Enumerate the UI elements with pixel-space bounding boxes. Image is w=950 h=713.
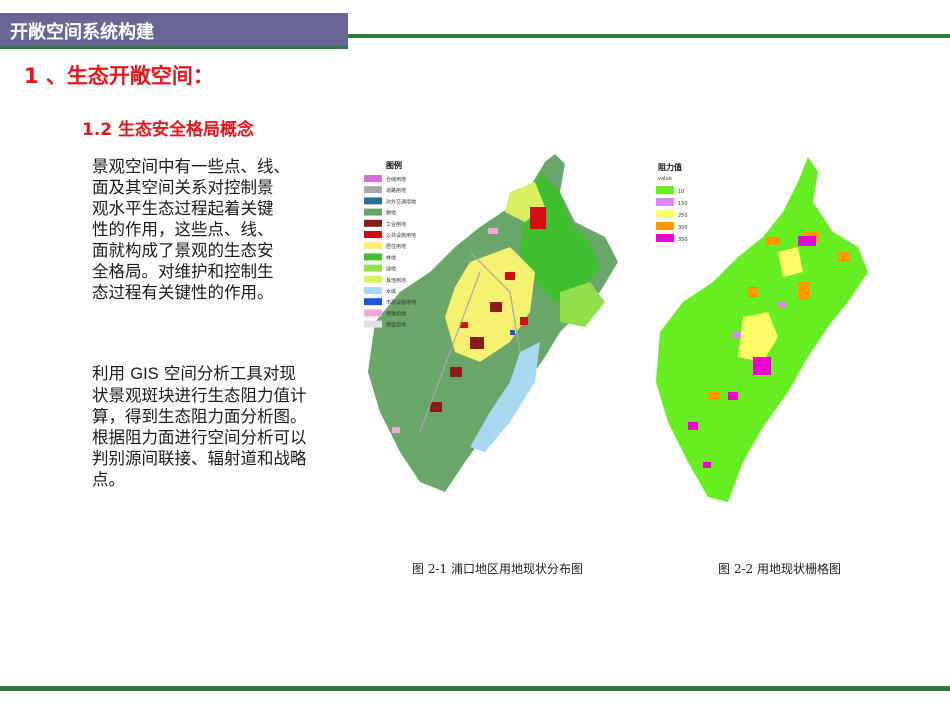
figure-2-caption: 图 2-2 用地现状栅格图 [718, 562, 841, 576]
raster-block-magenta [753, 357, 771, 375]
resistance-legend: 10 150 250 300 350 [656, 186, 688, 243]
paragraph-2-line: 状景观斑块进行生态阻力值计 [92, 386, 307, 405]
map-block-special [392, 427, 400, 433]
title-bar: 开敞空间系统构建 [0, 13, 348, 46]
raster-block-orange [766, 237, 780, 245]
paragraph-2-prefix: 利用 [92, 364, 131, 383]
legend-label: 仓储用地 [386, 176, 406, 183]
paragraph-2-line: 判别源间联接、辐射道和战略 [92, 449, 307, 468]
legend-swatch [364, 275, 382, 283]
legend-label: 350 [678, 237, 688, 243]
paragraph-1-line: 全格局。对维护和控制生 [92, 262, 274, 281]
raster-map: 阻力值 value 10 150 250 300 350 [656, 157, 868, 502]
legend-title: 阻力值 [658, 162, 682, 172]
legend-label: 居住用地 [386, 243, 406, 250]
legend-label: 预留用地 [386, 322, 406, 329]
legend-swatch [364, 264, 382, 272]
paragraph-2-line: 利用 GIS 空间分析工具对现 [92, 363, 342, 385]
paragraph-2-line: 算，得到生态阻力面分析图。 [92, 407, 307, 426]
map-block-industrial [450, 367, 462, 377]
legend-label: 其他用地 [386, 277, 406, 284]
raster-block-magenta [688, 422, 698, 430]
legend-label: 水域 [386, 288, 396, 295]
legend-swatch [656, 198, 674, 206]
land-use-legend: 仓储用地道路用地对外交通用地耕地工业用地公共设施用地居住用地林地绿地其他用地水域… [364, 175, 416, 329]
header-underline [0, 46, 348, 49]
legend-swatch [364, 320, 382, 328]
legend-label: 耕地 [386, 210, 396, 217]
land-use-map: 图例 仓储用地道路用地对外交通用地耕地工业用地公共设施用地居住用地林地绿地其他用… [364, 154, 618, 492]
paragraph-1-line: 面及其空间关系对控制景 [92, 178, 274, 197]
legend-swatch [364, 231, 382, 238]
map-block-industrial [470, 337, 484, 349]
legend-subtitle: value [658, 176, 672, 182]
paragraph-1-line: 性的作用，这些点、线、 [92, 220, 274, 239]
legend-label: 250 [678, 213, 688, 219]
legend-swatch [364, 197, 382, 205]
legend-swatch [364, 242, 382, 250]
gis-term: GIS [130, 365, 159, 383]
legend-swatch [364, 298, 382, 306]
legend-label: 工业用地 [386, 221, 406, 228]
legend-swatch [364, 186, 382, 194]
paragraph-1-line: 态过程有关键性的作用。 [92, 283, 274, 302]
raster-block-magenta [728, 392, 738, 400]
map-block-municipal [510, 330, 515, 335]
legend-swatch [656, 234, 674, 242]
slide-title: 开敞空间系统构建 [10, 22, 154, 43]
raster-block-violet [733, 332, 741, 338]
section-heading: 1 、生态开敞空间： [24, 64, 214, 88]
figure-1-caption: 图 2-1 浦口地区用地现状分布图 [412, 562, 583, 576]
paragraph-2-line1-rest: 空间分析工具对现 [158, 364, 296, 383]
legend-label: 对外交通用地 [386, 198, 416, 205]
legend-label: 道路用地 [386, 187, 406, 194]
legend-label: 150 [678, 201, 688, 207]
legend-title: 图例 [386, 160, 402, 170]
paragraph-1-line: 观水平生态过程起着关键 [92, 199, 274, 218]
legend-swatch [364, 219, 382, 227]
footer-rule [0, 686, 950, 691]
legend-label: 绿地 [386, 266, 396, 273]
map-block-public [505, 272, 515, 280]
raster-block-orange [838, 252, 850, 262]
legend-swatch [656, 210, 674, 218]
legend-label: 市政设施用地 [386, 299, 416, 306]
legend-label: 10 [678, 189, 684, 195]
paragraph-1-line: 景观空间中有一些点、线、 [92, 157, 290, 176]
map-block-public [520, 317, 528, 325]
map-block-special [488, 228, 498, 234]
legend-swatch [364, 175, 382, 182]
legend-swatch [364, 287, 382, 294]
subsection-heading: 1.2 生态安全格局概念 [82, 120, 255, 140]
raster-block-orange [798, 282, 810, 300]
raster-block-magenta [798, 236, 816, 246]
map-block-industrial [490, 302, 502, 312]
paragraph-1: 景观空间中有一些点、线、 面及其空间关系对控制景 观水平生态过程起着关键 性的作… [92, 156, 322, 303]
legend-label: 特殊用地 [386, 310, 406, 317]
paragraph-2-line: 根据阻力面进行空间分析可以 [92, 428, 307, 447]
map-block-industrial [530, 207, 546, 229]
raster-block-orange [748, 287, 758, 297]
paragraph-1-line: 面就构成了景观的生态安 [92, 241, 274, 260]
paragraph-2-line: 点。 [92, 470, 125, 489]
paragraph-2: 利用 GIS 空间分析工具对现 状景观斑块进行生态阻力值计 算，得到生态阻力面分… [92, 363, 342, 490]
raster-block-magenta [703, 462, 711, 468]
raster-block-violet [778, 302, 786, 308]
header-rule [348, 34, 950, 38]
map-block-industrial [430, 402, 442, 412]
legend-swatch [656, 222, 674, 230]
raster-block-orange [708, 392, 720, 400]
legend-label: 300 [678, 225, 688, 231]
legend-swatch [364, 208, 382, 216]
legend-swatch [364, 309, 382, 317]
legend-label: 公共设施用地 [386, 232, 416, 239]
legend-swatch [656, 186, 674, 194]
legend-label: 林地 [386, 254, 396, 261]
legend-swatch [364, 253, 382, 261]
